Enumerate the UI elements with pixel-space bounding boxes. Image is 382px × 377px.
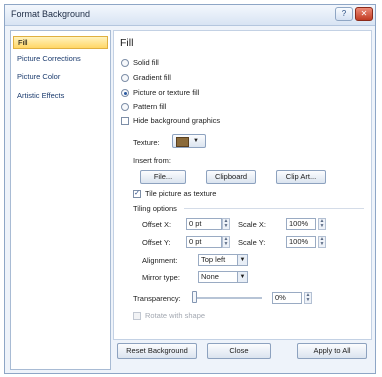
rotate-with-shape-checkbox[interactable]	[133, 312, 141, 320]
close-button[interactable]: Close	[207, 343, 271, 359]
offset-y-spinner[interactable]: ▲ ▼	[222, 236, 230, 248]
offset-x-label: Offset X:	[142, 220, 172, 229]
solid-fill-radio[interactable]	[121, 59, 129, 67]
sidebar-item-artistic-effects[interactable]: Artistic Effects	[13, 89, 108, 102]
scale-x-input[interactable]: 100%	[286, 218, 316, 230]
insert-from-label: Insert from:	[133, 156, 171, 165]
hide-background-checkbox[interactable]	[121, 117, 129, 125]
close-icon[interactable]: ✕	[355, 7, 373, 21]
alignment-label: Alignment:	[142, 256, 178, 265]
mirror-type-label: Mirror type:	[142, 273, 180, 282]
transparency-track[interactable]	[192, 297, 262, 299]
tiling-options-label: Tiling options	[133, 204, 177, 213]
sidebar-item-picture-color[interactable]: Picture Color	[13, 70, 108, 83]
gradient-fill-radio[interactable]	[121, 74, 129, 82]
apply-to-all-button[interactable]: Apply to All	[297, 343, 367, 359]
offset-y-label: Offset Y:	[142, 238, 171, 247]
mirror-type-dropdown[interactable]: None ▼	[198, 271, 248, 283]
offset-x-input[interactable]: 0 pt	[186, 218, 222, 230]
fill-heading: Fill	[120, 37, 134, 49]
clip-art-button[interactable]: Clip Art...	[276, 170, 326, 184]
texture-dropdown[interactable]: ▼	[172, 134, 206, 148]
picture-fill-radio[interactable]	[121, 89, 129, 97]
mirror-type-value: None	[201, 272, 219, 281]
scale-x-label: Scale X:	[238, 220, 266, 229]
offset-y-input[interactable]: 0 pt	[186, 236, 222, 248]
picture-fill-label[interactable]: Picture or texture fill	[133, 88, 199, 97]
sidebar-item-picture-corrections[interactable]: Picture Corrections	[13, 52, 108, 65]
scale-x-spinner[interactable]: ▲ ▼	[318, 218, 326, 230]
pattern-fill-radio[interactable]	[121, 103, 129, 111]
alignment-value: Top left	[201, 255, 226, 264]
pattern-fill-label[interactable]: Pattern fill	[133, 102, 166, 111]
transparency-spinner[interactable]: ▲ ▼	[304, 292, 312, 304]
hide-background-label[interactable]: Hide background graphics	[133, 116, 220, 125]
reset-background-button[interactable]: Reset Background	[117, 343, 197, 359]
tile-picture-checkbox[interactable]: ✓	[133, 190, 141, 198]
rotate-with-shape-label: Rotate with shape	[145, 311, 206, 320]
transparency-input[interactable]: 0%	[272, 292, 302, 304]
chevron-down-icon: ▼	[193, 138, 199, 144]
help-button[interactable]: ?	[335, 7, 353, 21]
fill-panel: Fill Solid fill Gradient fill Picture or…	[113, 30, 372, 340]
offset-x-spinner[interactable]: ▲ ▼	[222, 218, 230, 230]
format-background-dialog: Format Background ? ✕ Fill Picture Corre…	[4, 4, 376, 374]
sidebar-item-fill[interactable]: Fill	[13, 36, 108, 49]
dialog-title: Format Background	[11, 9, 91, 19]
sidebar: Fill Picture Corrections Picture Color A…	[10, 30, 111, 370]
alignment-dropdown[interactable]: Top left ▼	[198, 254, 248, 266]
tiling-divider	[184, 208, 364, 209]
tile-picture-label[interactable]: Tile picture as texture	[145, 189, 216, 198]
file-button[interactable]: File...	[140, 170, 186, 184]
chevron-down-icon: ▼	[237, 255, 247, 265]
solid-fill-label[interactable]: Solid fill	[133, 58, 159, 67]
scale-y-label: Scale Y:	[238, 238, 266, 247]
gradient-fill-label[interactable]: Gradient fill	[133, 73, 171, 82]
clipboard-button[interactable]: Clipboard	[206, 170, 256, 184]
title-bar[interactable]: Format Background ? ✕	[5, 5, 375, 26]
transparency-slider-thumb[interactable]	[192, 291, 197, 303]
scale-y-input[interactable]: 100%	[286, 236, 316, 248]
scale-y-spinner[interactable]: ▲ ▼	[318, 236, 326, 248]
texture-label: Texture:	[133, 138, 160, 147]
texture-swatch-icon	[176, 137, 189, 147]
transparency-label: Transparency:	[133, 294, 181, 303]
chevron-down-icon: ▼	[237, 272, 247, 282]
